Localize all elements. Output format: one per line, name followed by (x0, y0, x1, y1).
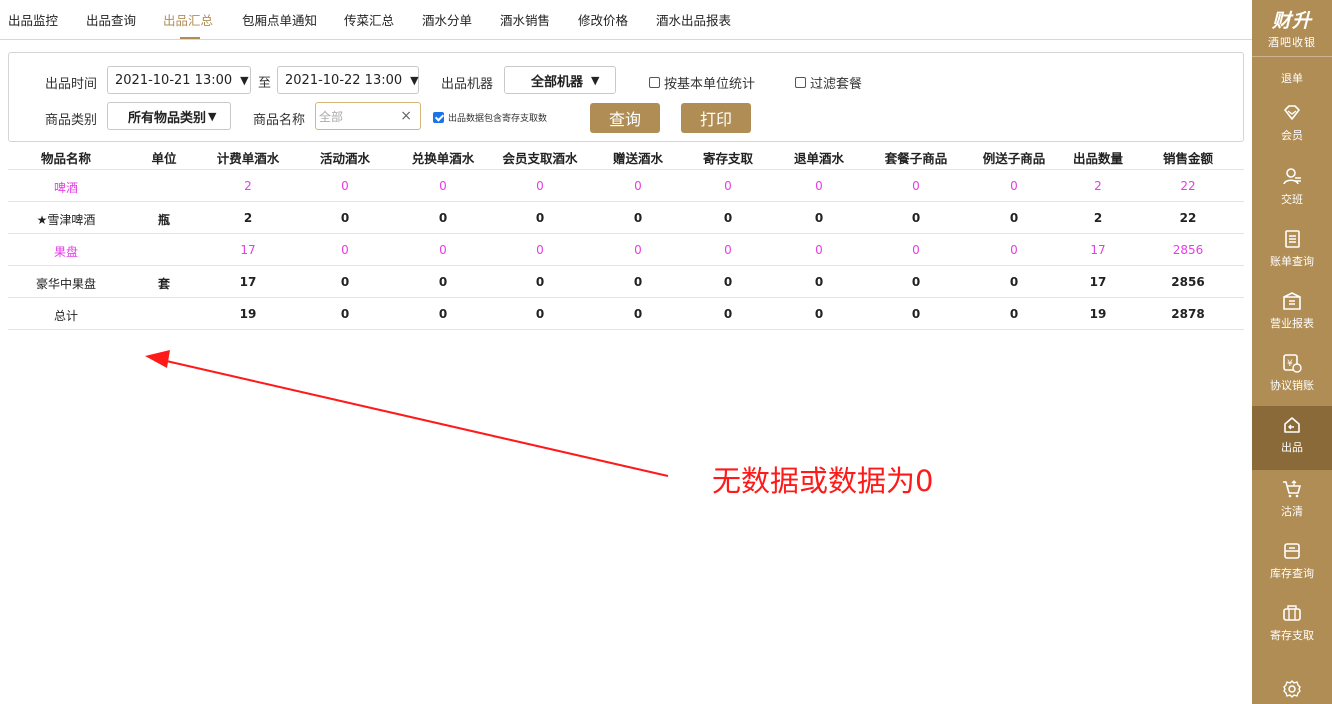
brand-subtitle: 酒吧收银 (1268, 36, 1316, 49)
sidebar-item-business-report[interactable]: 营业报表 (1252, 282, 1332, 346)
sidebar-item-label: 退单 (1281, 72, 1303, 85)
sidebar-item-label: 库存查询 (1270, 567, 1314, 580)
sidebar-item-label: 沽清 (1281, 505, 1303, 518)
sidebar-item-label: 寄存支取 (1270, 629, 1314, 642)
sidebar-item-sold-out[interactable]: 沽清 (1252, 470, 1332, 534)
sidebar-item-label: 账单查询 (1270, 255, 1314, 268)
bill-icon (1285, 230, 1300, 248)
inventory-icon (1284, 543, 1300, 559)
annotation-text: 无数据或数据为0 (712, 464, 934, 498)
brand-name: 财升 (1271, 10, 1312, 32)
sidebar-item-agreement[interactable]: ¥ 协议销账 (1252, 344, 1332, 408)
brand-logo: 财升 酒吧收银 (1252, 6, 1332, 50)
sidebar-item-label: 出品 (1281, 441, 1303, 454)
sidebar-item-bill-query[interactable]: 账单查询 (1252, 220, 1332, 284)
sidebar-item-inventory[interactable]: 库存查询 (1252, 532, 1332, 596)
output-icon (1284, 417, 1300, 433)
storage-icon (1283, 605, 1301, 621)
right-sidebar: 财升 酒吧收银 退单 会员 交班 账单查询 营业报表 ¥ 协议销账 出品 沽清 … (1252, 0, 1332, 704)
sidebar-item-output[interactable]: 出品 (1252, 406, 1332, 470)
sidebar-item-handover[interactable]: 交班 (1252, 158, 1332, 222)
gear-icon (1283, 680, 1301, 698)
agreement-icon: ¥ (1283, 354, 1302, 373)
sidebar-item-refund[interactable]: 退单 (1252, 60, 1332, 94)
app-root: 出品监控 出品查询 出品汇总 包厢点单通知 传菜汇总 酒水分单 酒水销售 修改价… (0, 0, 1332, 704)
sidebar-item-storage[interactable]: 寄存支取 (1252, 594, 1332, 658)
arrow-line (161, 359, 669, 477)
report-icon (1283, 292, 1301, 310)
annotation-arrow (145, 350, 669, 477)
cart-icon (1283, 480, 1302, 498)
svg-text:¥: ¥ (1287, 359, 1293, 369)
sidebar-item-label: 会员 (1281, 129, 1303, 142)
divider (1252, 56, 1332, 57)
handover-icon (1283, 168, 1301, 185)
sidebar-item-label: 交班 (1281, 193, 1303, 206)
arrow-head (145, 350, 170, 368)
sidebar-item-label: 协议销账 (1270, 379, 1314, 392)
sidebar-item-settings[interactable] (1252, 670, 1332, 704)
diamond-icon (1284, 105, 1300, 120)
sidebar-item-member[interactable]: 会员 (1252, 94, 1332, 158)
sidebar-item-label: 营业报表 (1270, 317, 1314, 330)
